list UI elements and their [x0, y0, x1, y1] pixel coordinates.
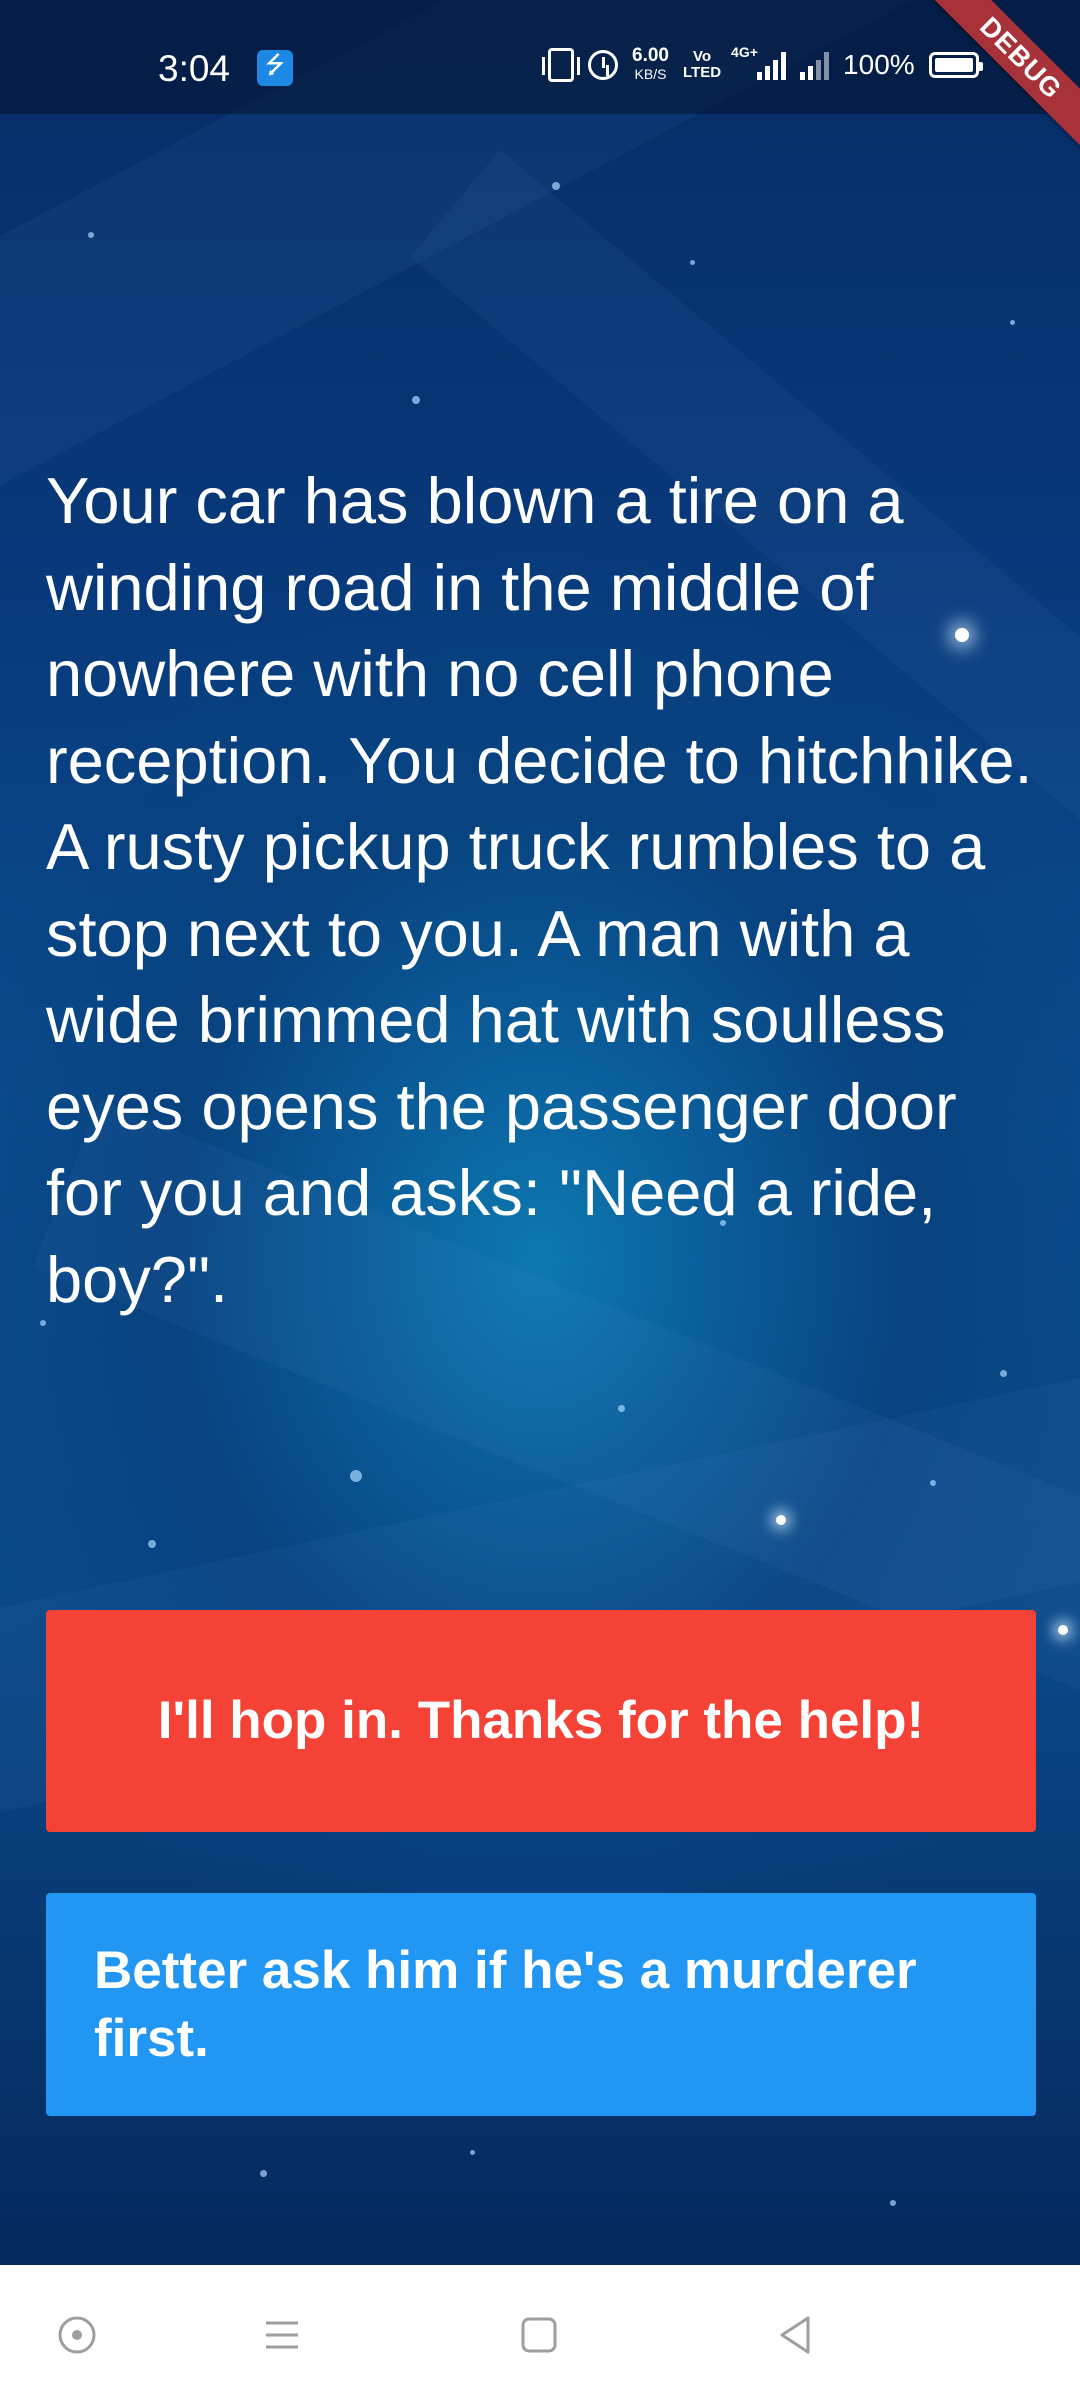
- assistant-icon[interactable]: [47, 2305, 107, 2365]
- status-icons: 6.00 KB/S Vo LTED 4G+ 100%: [542, 40, 983, 90]
- star: [470, 2150, 475, 2155]
- back-icon[interactable]: [766, 2305, 826, 2365]
- alarm-icon: [588, 50, 618, 80]
- network-type: 4G+: [731, 44, 758, 60]
- navigation-bar: [0, 2265, 1080, 2400]
- star: [88, 232, 94, 238]
- volte-indicator: Vo LTED: [682, 48, 722, 81]
- signal-icon-sim2: [800, 50, 830, 80]
- star: [690, 260, 695, 265]
- star: [1000, 1370, 1007, 1377]
- star: [260, 2170, 267, 2177]
- vibrate-icon: [542, 48, 580, 82]
- choice-1-button[interactable]: I'll hop in. Thanks for the help!: [46, 1610, 1036, 1832]
- star: [552, 182, 560, 190]
- star: [618, 1405, 625, 1412]
- clock: 3:04: [158, 48, 231, 89]
- star: [412, 396, 420, 404]
- star: [350, 1470, 362, 1482]
- star: [1010, 320, 1015, 325]
- status-bar: 3:04 ⭍ 6.00 KB/S Vo LTED 4G+ 100%: [0, 0, 1080, 114]
- signal-icon: 4G+: [731, 44, 787, 80]
- star: [930, 1480, 936, 1486]
- choice-2-button[interactable]: Better ask him if he's a murderer first.: [46, 1893, 1036, 2116]
- network-speed-value: 6.00: [632, 45, 669, 66]
- usb-icon: ⭍: [257, 50, 293, 86]
- battery-percentage: 100%: [843, 49, 915, 80]
- home-icon[interactable]: [509, 2305, 569, 2365]
- battery-fill: [934, 58, 973, 72]
- star: [890, 2200, 896, 2206]
- star: [148, 1540, 156, 1548]
- star: [776, 1515, 786, 1525]
- star: [1058, 1625, 1068, 1635]
- network-speed: 6.00 KB/S: [632, 45, 669, 83]
- menu-icon[interactable]: [252, 2305, 312, 2365]
- story-text: Your car has blown a tire on a winding r…: [46, 464, 1033, 1316]
- battery-icon: [928, 52, 983, 78]
- network-speed-unit: KB/S: [634, 66, 667, 82]
